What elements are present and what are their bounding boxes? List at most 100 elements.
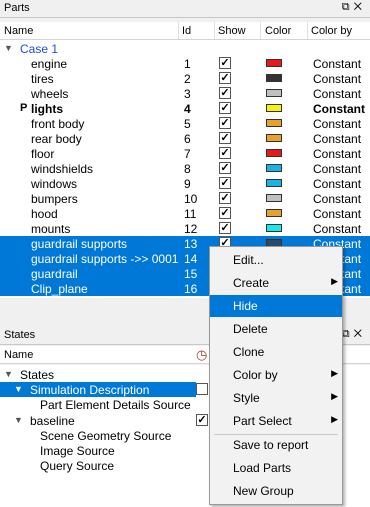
color-by-value[interactable]: Constant xyxy=(313,162,361,176)
expand-triangle-icon[interactable]: ▼ xyxy=(4,43,13,53)
show-checkbox[interactable]: ✓ xyxy=(219,72,231,84)
color-by-value[interactable]: Constant xyxy=(313,57,361,71)
part-row[interactable]: rear body 6 ✓ Constant xyxy=(0,131,370,146)
col-id[interactable]: Id xyxy=(182,25,191,37)
context-menu: Edit... Create ▶ Hide Delete Clone Color by ▶ St… xyxy=(209,246,343,505)
show-checkbox[interactable]: ✓ xyxy=(219,192,231,204)
col-color-by[interactable]: Color by xyxy=(311,25,352,37)
menu-item-label: Delete xyxy=(233,322,268,336)
close-icon[interactable]: ✕ xyxy=(354,1,366,13)
menu-item-hide[interactable]: Hide xyxy=(210,295,342,317)
color-swatch[interactable] xyxy=(266,89,282,97)
part-row[interactable]: windshields 8 ✓ Constant xyxy=(0,161,370,176)
col-color[interactable]: Color xyxy=(265,25,291,37)
color-swatch[interactable] xyxy=(266,74,282,82)
menu-item-label: Edit... xyxy=(233,253,264,267)
show-checkbox[interactable]: ✓ xyxy=(219,57,231,69)
baseline-label: baseline xyxy=(30,414,75,428)
part-name: engine xyxy=(31,57,68,71)
menu-item-label: Color by xyxy=(233,368,278,382)
sim-desc-checkbox[interactable] xyxy=(196,383,208,395)
baseline-checkbox[interactable]: ✓ xyxy=(196,414,208,426)
color-by-value[interactable]: Constant xyxy=(313,147,361,161)
menu-item-create[interactable]: Create ▶ xyxy=(210,272,342,294)
part-row[interactable]: engine 1 ✓ Constant xyxy=(0,56,370,71)
color-swatch[interactable] xyxy=(266,134,282,142)
part-row[interactable]: tires 2 ✓ Constant xyxy=(0,71,370,86)
menu-item-style[interactable]: Style ▶ xyxy=(210,387,342,409)
part-name: guardrail xyxy=(31,267,78,281)
parts-panel-titlebar: Parts ⧉✕ xyxy=(0,0,370,18)
part-row[interactable]: Plights 4 ✓ Constant xyxy=(0,101,370,116)
part-id: 1 xyxy=(184,57,191,71)
show-checkbox[interactable]: ✓ xyxy=(219,117,231,129)
menu-item-new-group[interactable]: New Group xyxy=(210,480,342,502)
color-by-value[interactable]: Constant xyxy=(313,102,365,116)
part-row[interactable]: bumpers 10 ✓ Constant xyxy=(0,191,370,206)
color-swatch[interactable] xyxy=(266,149,282,157)
part-id: 4 xyxy=(184,102,191,116)
color-by-value[interactable]: Constant xyxy=(313,177,361,191)
menu-item-clone[interactable]: Clone xyxy=(210,341,342,363)
menu-item-part-select[interactable]: Part Select ▶ xyxy=(210,410,342,432)
states-col-name[interactable]: Name xyxy=(4,349,33,361)
part-type-icon: P xyxy=(20,102,28,114)
color-swatch[interactable] xyxy=(266,119,282,127)
color-swatch[interactable] xyxy=(266,224,282,232)
menu-item-save-to-report[interactable]: Save to report xyxy=(210,434,342,456)
show-checkbox[interactable]: ✓ xyxy=(219,177,231,189)
states-root-label: States xyxy=(20,368,55,382)
color-swatch[interactable] xyxy=(266,59,282,67)
show-checkbox[interactable]: ✓ xyxy=(219,102,231,114)
menu-item-delete[interactable]: Delete xyxy=(210,318,342,340)
color-by-value[interactable]: Constant xyxy=(313,192,361,206)
states-panel-title: States xyxy=(4,329,36,341)
color-swatch[interactable] xyxy=(266,179,282,187)
color-swatch[interactable] xyxy=(266,194,282,202)
part-row[interactable]: front body 5 ✓ Constant xyxy=(0,116,370,131)
sim-desc-row[interactable]: ▼ Simulation Description xyxy=(0,382,196,397)
part-row[interactable]: windows 9 ✓ Constant xyxy=(0,176,370,191)
color-by-value[interactable]: Constant xyxy=(313,87,361,101)
part-id: 6 xyxy=(184,132,191,146)
menu-item-label: Save to report xyxy=(233,438,309,452)
part-id: 11 xyxy=(184,207,197,221)
menu-item-label: Load Parts xyxy=(233,461,292,475)
show-checkbox[interactable]: ✓ xyxy=(219,132,231,144)
color-by-value[interactable]: Constant xyxy=(313,222,361,236)
close-icon[interactable]: ✕ xyxy=(354,328,366,340)
show-checkbox[interactable]: ✓ xyxy=(219,207,231,219)
part-row[interactable]: floor 7 ✓ Constant xyxy=(0,146,370,161)
color-by-value[interactable]: Constant xyxy=(313,207,361,221)
case-row[interactable]: ▼ Case 1 xyxy=(0,41,370,56)
part-id: 12 xyxy=(184,222,198,236)
part-row[interactable]: hood 11 ✓ Constant xyxy=(0,206,370,221)
show-checkbox[interactable]: ✓ xyxy=(219,162,231,174)
show-checkbox[interactable]: ✓ xyxy=(219,222,231,234)
color-by-value[interactable]: Constant xyxy=(313,132,361,146)
color-by-value[interactable]: Constant xyxy=(313,117,361,131)
float-icon[interactable]: ⧉ xyxy=(342,328,354,340)
col-name[interactable]: Name xyxy=(4,25,33,37)
expand-triangle-icon[interactable]: ▼ xyxy=(14,384,23,394)
menu-item-color-by[interactable]: Color by ▶ xyxy=(210,364,342,386)
expand-triangle-icon[interactable]: ▼ xyxy=(4,369,13,379)
part-row[interactable]: mounts 12 ✓ Constant xyxy=(0,221,370,236)
submenu-arrow-icon: ▶ xyxy=(331,368,338,378)
color-swatch[interactable] xyxy=(266,104,282,112)
menu-item-load-parts[interactable]: Load Parts xyxy=(210,457,342,479)
expand-triangle-icon[interactable]: ▼ xyxy=(14,415,23,425)
color-swatch[interactable] xyxy=(266,164,282,172)
menu-item-edit[interactable]: Edit... xyxy=(210,249,342,271)
part-row[interactable]: wheels 3 ✓ Constant xyxy=(0,86,370,101)
show-checkbox[interactable]: ✓ xyxy=(219,87,231,99)
float-icon[interactable]: ⧉ xyxy=(342,1,354,13)
col-show[interactable]: Show xyxy=(218,25,246,37)
color-by-value[interactable]: Constant xyxy=(313,72,361,86)
part-name: bumpers xyxy=(31,192,78,206)
part-id: 15 xyxy=(184,267,198,281)
part-name: Clip_plane xyxy=(31,282,88,296)
part-id: 3 xyxy=(184,87,191,101)
color-swatch[interactable] xyxy=(266,209,282,217)
show-checkbox[interactable]: ✓ xyxy=(219,147,231,159)
